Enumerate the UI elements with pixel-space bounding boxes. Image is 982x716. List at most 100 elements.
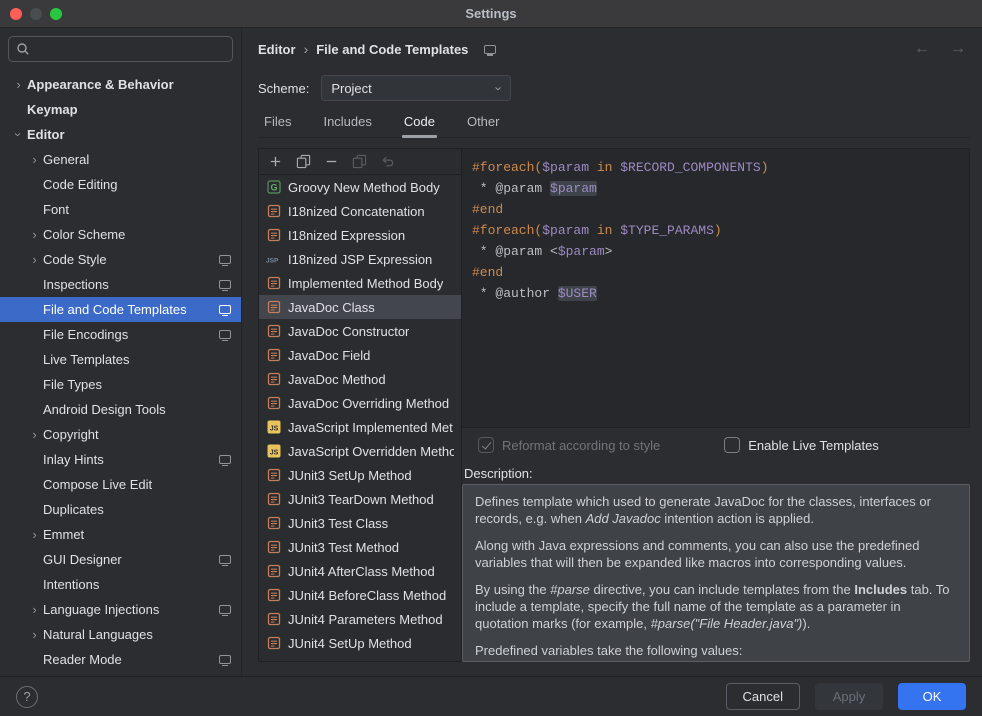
add-icon[interactable] (268, 154, 283, 169)
sidebar-item-label: Emmet (43, 527, 231, 542)
settings-window: Settings ›Appearance & BehaviorKeymap›Ed… (0, 0, 982, 716)
chevron-right-icon[interactable]: › (26, 253, 43, 266)
ide-settings-icon (219, 280, 231, 289)
cancel-button[interactable]: Cancel (726, 683, 800, 710)
template-tabs: Files Includes Code Other (258, 106, 970, 138)
live-templates-checkbox[interactable]: Enable Live Templates (724, 437, 879, 453)
close-button[interactable] (10, 8, 22, 20)
template-editor[interactable]: #foreach($param in $RECORD_COMPONENTS) *… (462, 148, 970, 428)
reformat-label: Reformat according to style (502, 438, 660, 453)
tab-other[interactable]: Other (465, 109, 502, 137)
ide-settings-icon (219, 455, 231, 464)
template-icon (266, 636, 282, 650)
ok-button[interactable]: OK (898, 683, 966, 710)
template-icon (266, 516, 282, 530)
sidebar-item-general[interactable]: ›General (0, 147, 241, 172)
apply-button[interactable]: Apply (815, 683, 883, 710)
chevron-right-icon[interactable]: › (26, 428, 43, 441)
template-item-label: JavaDoc Class (288, 300, 375, 315)
description-box[interactable]: Defines template which used to generate … (462, 484, 970, 662)
template-item-junit4-setup-method[interactable]: JUnit4 SetUp Method (259, 631, 461, 655)
sidebar-item-compose-live-edit[interactable]: Compose Live Edit (0, 472, 241, 497)
breadcrumb-editor[interactable]: Editor (258, 42, 296, 57)
chevron-right-icon[interactable]: › (26, 603, 43, 616)
sidebar-item-file-encodings[interactable]: File Encodings (0, 322, 241, 347)
template-item-i18nized-jsp-expression[interactable]: JSPI18nized JSP Expression (259, 247, 461, 271)
sidebar-item-font[interactable]: Font (0, 197, 241, 222)
template-item-javadoc-class[interactable]: JavaDoc Class (259, 295, 461, 319)
template-icon (266, 468, 282, 482)
back-icon[interactable]: ← (914, 40, 930, 58)
template-item-junit3-test-class[interactable]: JUnit3 Test Class (259, 511, 461, 535)
sidebar-item-inspections[interactable]: Inspections (0, 272, 241, 297)
code-line: #end (472, 262, 959, 283)
template-item-junit4-beforeclass-method[interactable]: JUnit4 BeforeClass Method (259, 583, 461, 607)
template-item-junit3-teardown-method[interactable]: JUnit3 TearDown Method (259, 487, 461, 511)
duplicate-icon (352, 154, 367, 169)
sidebar-item-label: Live Templates (43, 352, 231, 367)
sidebar-item-emmet[interactable]: ›Emmet (0, 522, 241, 547)
sidebar-item-live-templates[interactable]: Live Templates (0, 347, 241, 372)
sidebar-item-reader-mode[interactable]: Reader Mode (0, 647, 241, 672)
chevron-right-icon[interactable]: › (26, 228, 43, 241)
template-item-javadoc-method[interactable]: JavaDoc Method (259, 367, 461, 391)
sidebar-item-duplicates[interactable]: Duplicates (0, 497, 241, 522)
template-icon (266, 492, 282, 506)
sidebar-item-keymap[interactable]: Keymap (0, 97, 241, 122)
tab-code[interactable]: Code (402, 109, 437, 137)
template-list: GGroovy New Method BodyI18nized Concaten… (259, 175, 461, 661)
titlebar: Settings (0, 0, 982, 28)
sidebar-item-copyright[interactable]: ›Copyright (0, 422, 241, 447)
sidebar-item-file-types[interactable]: File Types (0, 372, 241, 397)
sidebar-item-label: Compose Live Edit (43, 477, 231, 492)
template-item-junit3-test-method[interactable]: JUnit3 Test Method (259, 535, 461, 559)
search-input[interactable] (35, 42, 225, 57)
sidebar-item-gui-designer[interactable]: GUI Designer (0, 547, 241, 572)
template-item-junit3-setup-method[interactable]: JUnit3 SetUp Method (259, 463, 461, 487)
template-item-javascript-implemented-met[interactable]: JSJavaScript Implemented Met (259, 415, 461, 439)
template-item-label: JUnit4 Parameters Method (288, 612, 443, 627)
template-item-javadoc-constructor[interactable]: JavaDoc Constructor (259, 319, 461, 343)
template-item-label: I18nized Expression (288, 228, 405, 243)
sidebar-item-file-and-code-templates[interactable]: File and Code Templates (0, 297, 241, 322)
sidebar-item-appearance-behavior[interactable]: ›Appearance & Behavior (0, 72, 241, 97)
template-item-javadoc-overriding-method[interactable]: JavaDoc Overriding Method (259, 391, 461, 415)
description-paragraph: Defines template which used to generate … (475, 493, 957, 527)
copy-icon[interactable] (296, 154, 311, 169)
chevron-right-icon[interactable]: › (26, 153, 43, 166)
template-item-junit4-parameters-method[interactable]: JUnit4 Parameters Method (259, 607, 461, 631)
sidebar-item-android-design-tools[interactable]: Android Design Tools (0, 397, 241, 422)
remove-icon[interactable] (324, 154, 339, 169)
template-icon (266, 588, 282, 602)
reformat-checkbox[interactable]: Reformat according to style (478, 437, 660, 453)
template-icon (266, 372, 282, 386)
scheme-select[interactable]: Project › (321, 75, 511, 101)
chevron-right-icon[interactable]: › (26, 528, 43, 541)
sidebar-item-code-style[interactable]: ›Code Style (0, 247, 241, 272)
sidebar-item-inlay-hints[interactable]: Inlay Hints (0, 447, 241, 472)
zoom-button[interactable] (50, 8, 62, 20)
template-item-i18nized-expression[interactable]: I18nized Expression (259, 223, 461, 247)
template-item-junit4-afterclass-method[interactable]: JUnit4 AfterClass Method (259, 559, 461, 583)
sidebar-item-color-scheme[interactable]: ›Color Scheme (0, 222, 241, 247)
template-item-implemented-method-body[interactable]: Implemented Method Body (259, 271, 461, 295)
forward-icon[interactable]: → (950, 40, 966, 58)
sidebar-item-language-injections[interactable]: ›Language Injections (0, 597, 241, 622)
sidebar-item-editor[interactable]: ›Editor (0, 122, 241, 147)
tab-files[interactable]: Files (262, 109, 293, 137)
sidebar-item-code-editing[interactable]: Code Editing (0, 172, 241, 197)
template-item-javascript-overridden-metho[interactable]: JSJavaScript Overridden Metho (259, 439, 461, 463)
settings-search[interactable] (8, 36, 233, 62)
chevron-right-icon[interactable]: › (26, 628, 43, 641)
template-item-groovy-new-method-body[interactable]: GGroovy New Method Body (259, 175, 461, 199)
sidebar-item-intentions[interactable]: Intentions (0, 572, 241, 597)
chevron-down-icon[interactable]: › (12, 126, 25, 143)
minimize-button[interactable] (30, 8, 42, 20)
chevron-right-icon[interactable]: › (10, 78, 27, 91)
sidebar-item-natural-languages[interactable]: ›Natural Languages (0, 622, 241, 647)
chevron-down-icon: › (492, 86, 507, 90)
tab-includes[interactable]: Includes (321, 109, 373, 137)
help-button[interactable]: ? (16, 686, 38, 708)
template-item-javadoc-field[interactable]: JavaDoc Field (259, 343, 461, 367)
template-item-i18nized-concatenation[interactable]: I18nized Concatenation (259, 199, 461, 223)
